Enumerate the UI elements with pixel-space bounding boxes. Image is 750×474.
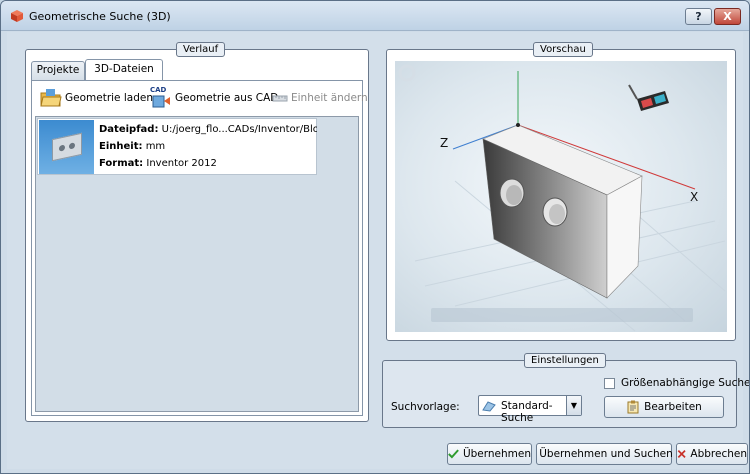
vorschau-group-label: Vorschau xyxy=(533,42,593,57)
edit-template-button[interactable]: Bearbeiten xyxy=(604,396,724,418)
file-list: Dateipfad: U:/joerg_flo...CADs/Inventor/… xyxy=(35,116,359,412)
dialog-window: Geometrische Suche (3D) ? X Verlauf Proj… xyxy=(0,0,750,474)
file-unit-line: Einheit: mm xyxy=(99,141,317,152)
viewport-toolbar[interactable] xyxy=(431,308,693,322)
cad-import-icon: CAD xyxy=(150,86,172,108)
geometry-from-cad-label: Geometrie aus CAD xyxy=(175,92,279,104)
file-thumbnail xyxy=(39,120,94,174)
block-side-face xyxy=(606,175,643,299)
title-bar[interactable]: Geometrische Suche (3D) ? X xyxy=(1,1,749,31)
verlauf-group-label: Verlauf xyxy=(176,42,226,57)
size-dependent-label: Größenabhängige Suche xyxy=(621,377,750,389)
load-geometry-label: Geometrie laden xyxy=(65,92,153,104)
file-path-value: U:/joerg_flo...CADs/Inventor/Block.ipt xyxy=(161,124,317,135)
file-path-line: Dateipfad: U:/joerg_flo...CADs/Inventor/… xyxy=(99,124,317,135)
view-cube-icon[interactable] xyxy=(398,64,416,82)
einstellungen-group-label: Einstellungen xyxy=(524,353,606,368)
apply-and-search-label: Übernehmen und Suchen xyxy=(539,448,673,460)
3d-scene: Z X xyxy=(398,64,726,332)
file-toolbar: Geometrie laden CAD Geometrie aus CAD Ei… xyxy=(32,81,368,114)
edit-template-label: Bearbeiten xyxy=(644,401,702,413)
change-unit-button[interactable]: Einheit ändern xyxy=(272,87,368,109)
change-unit-label: Einheit ändern xyxy=(291,92,368,104)
window-title: Geometrische Suche (3D) xyxy=(29,10,171,23)
app-cube-icon xyxy=(11,10,23,22)
verlauf-group: Verlauf Projekte 3D-Dateien Geometrie la… xyxy=(25,42,369,422)
load-geometry-button[interactable]: Geometrie laden xyxy=(40,87,153,109)
3d-preview-viewport[interactable]: Z X xyxy=(395,61,727,332)
file-list-item[interactable]: Dateipfad: U:/joerg_flo...CADs/Inventor/… xyxy=(37,118,317,175)
clipboard-edit-icon xyxy=(627,400,639,414)
vorschau-group: Vorschau Z X xyxy=(386,42,736,341)
ruler-icon xyxy=(272,95,288,102)
folder-open-icon xyxy=(40,89,62,107)
tab-panel-3d-dateien: Geometrie laden CAD Geometrie aus CAD Ei… xyxy=(31,80,368,416)
size-dependent-checkbox[interactable] xyxy=(604,377,615,389)
apply-and-search-button[interactable]: Übernehmen und Suchen xyxy=(536,443,673,465)
search-template-label: Suchvorlage: xyxy=(391,401,460,413)
apply-button[interactable]: Übernehmen xyxy=(447,443,532,465)
search-template-icon xyxy=(482,401,496,412)
cancel-label: Abbrechen xyxy=(690,448,747,460)
file-unit-value: mm xyxy=(145,141,166,152)
file-format-line: Format: Inventor 2012 xyxy=(99,158,317,169)
cancel-button[interactable]: Abbrechen xyxy=(676,443,748,465)
size-dependent-search-option[interactable]: Größenabhängige Suche xyxy=(604,377,750,389)
tab-projekte[interactable]: Projekte xyxy=(31,61,85,80)
file-format-value: Inventor 2012 xyxy=(146,158,217,169)
axis-x-label: X xyxy=(690,190,698,204)
geometry-from-cad-button[interactable]: CAD Geometrie aus CAD xyxy=(150,86,279,109)
file-path-key: Dateipfad: xyxy=(99,124,159,135)
apply-label: Übernehmen xyxy=(462,448,531,460)
chevron-down-icon[interactable]: ▼ xyxy=(566,396,581,415)
3d-glasses-icon[interactable] xyxy=(628,84,669,111)
dialog-client: Verlauf Projekte 3D-Dateien Geometrie la… xyxy=(7,32,749,469)
einstellungen-group: Einstellungen Größenabhängige Suche Such… xyxy=(382,353,749,428)
search-template-select[interactable]: Standard-Suche ▼ xyxy=(478,395,582,424)
block-thumbnail-icon xyxy=(52,132,82,162)
tab-3d-dateien[interactable]: 3D-Dateien xyxy=(85,59,163,80)
cancel-x-icon xyxy=(677,450,686,458)
file-format-key: Format: xyxy=(99,158,144,169)
axis-z-label: Z xyxy=(440,136,448,150)
axis-origin-dot xyxy=(516,123,520,127)
cad-badge: CAD xyxy=(150,86,167,94)
checkmark-icon xyxy=(448,449,459,459)
file-unit-key: Einheit: xyxy=(99,141,143,152)
help-button[interactable]: ? xyxy=(685,8,712,25)
close-button[interactable]: X xyxy=(714,8,741,25)
